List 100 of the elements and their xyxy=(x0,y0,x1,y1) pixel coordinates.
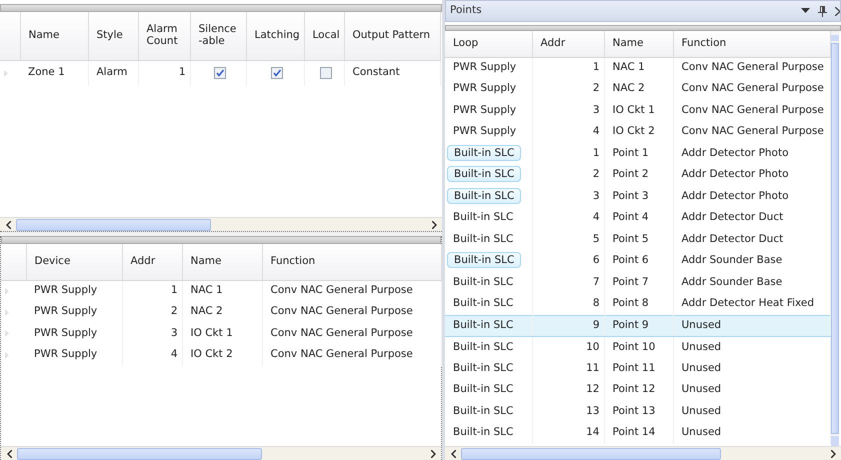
table-cell: Conv NAC General Purpose xyxy=(262,302,441,323)
table-cell: PWR Supply xyxy=(26,280,122,302)
table-cell: Alarm xyxy=(88,60,138,86)
table-cell: Conv NAC General Purpose xyxy=(673,57,830,78)
column-header[interactable]: Name xyxy=(604,31,673,57)
table-cell: Constant xyxy=(344,60,440,86)
table-cell: 10 xyxy=(532,336,604,358)
column-header[interactable]: Addr xyxy=(532,31,604,57)
table-cell: Addr Sounder Base xyxy=(673,250,830,272)
column-header[interactable]: Loop xyxy=(445,31,532,57)
horizontal-scrollbar[interactable] xyxy=(0,217,442,231)
table-cell: Zone 1 xyxy=(20,60,88,86)
table-cell: 7 xyxy=(532,272,604,294)
table-cell: 3 xyxy=(532,186,604,208)
table-cell: 3 xyxy=(532,100,604,122)
table-cell: Conv NAC General Purpose xyxy=(673,122,830,143)
table-cell: Built-in SLC xyxy=(447,166,522,182)
table-cell: PWR Supply xyxy=(453,61,516,74)
table-cell: Built-in SLC xyxy=(453,297,514,310)
table-cell: Point 4 xyxy=(604,208,673,229)
scroll-right-icon[interactable] xyxy=(830,450,836,458)
column-header[interactable]: Output Pattern xyxy=(344,12,440,60)
table-cell: Point 6 xyxy=(604,250,673,272)
table-cell: IO Ckt 2 xyxy=(182,344,262,366)
table-cell: Conv NAC General Purpose xyxy=(262,344,441,366)
table-cell: Built-in SLC xyxy=(453,383,514,396)
table-cell: Built-in SLC xyxy=(453,211,514,224)
column-header[interactable]: Silence -able xyxy=(190,12,246,60)
scroll-left-icon[interactable] xyxy=(6,450,12,458)
table-cell: 9 xyxy=(532,315,604,336)
horizontal-scrollbar[interactable] xyxy=(1,446,441,460)
table-cell: Built-in SLC xyxy=(447,252,522,268)
column-header[interactable]: Function xyxy=(673,31,830,57)
scroll-left-icon[interactable] xyxy=(6,220,10,228)
scroll-left-icon[interactable] xyxy=(450,450,456,458)
table-cell: PWR Supply xyxy=(26,323,122,344)
table-cell: Conv NAC General Purpose xyxy=(262,323,441,344)
table-cell: 1 xyxy=(138,60,190,86)
column-header[interactable]: Name xyxy=(20,12,88,60)
table-cell: PWR Supply xyxy=(453,125,516,138)
table-cell: PWR Supply xyxy=(453,82,516,94)
table-cell: Built-in SLC xyxy=(453,318,514,331)
table-cell: Point 1 xyxy=(604,143,673,164)
column-header[interactable]: Addr xyxy=(122,244,182,280)
scroll-right-icon[interactable] xyxy=(430,450,436,458)
scrollbar-thumb[interactable] xyxy=(17,448,262,460)
checkbox[interactable] xyxy=(214,66,226,78)
table-cell: Unused xyxy=(673,358,830,380)
table-cell: 1 xyxy=(532,143,604,164)
table-cell: Point 10 xyxy=(604,336,673,358)
scrollbar-thumb[interactable] xyxy=(461,448,721,460)
column-header[interactable]: Alarm Count xyxy=(138,12,190,60)
table-cell: PWR Supply xyxy=(453,104,516,116)
column-header[interactable]: Latching xyxy=(246,12,304,60)
table-cell: Addr Detector Photo xyxy=(673,164,830,186)
table-cell: IO Ckt 2 xyxy=(604,122,673,143)
table-cell: Built-in SLC xyxy=(453,276,514,288)
table-cell: 13 xyxy=(532,401,604,422)
table-cell: Conv NAC General Purpose xyxy=(673,78,830,100)
column-header[interactable]: Function xyxy=(262,244,441,280)
table-cell: Point 11 xyxy=(604,358,673,380)
table-cell: 3 xyxy=(122,323,182,344)
table-cell: 4 xyxy=(532,208,604,229)
table-cell: NAC 2 xyxy=(182,302,262,323)
horizontal-scrollbar[interactable] xyxy=(445,446,841,460)
table-cell: Built-in SLC xyxy=(453,340,514,353)
table-cell: Built-in SLC xyxy=(447,188,522,204)
column-header[interactable]: Name xyxy=(182,244,262,280)
table-cell: Conv NAC General Purpose xyxy=(673,100,830,122)
column-header[interactable]: Style xyxy=(88,12,138,60)
table-cell: Unused xyxy=(673,336,830,358)
checkbox[interactable] xyxy=(271,66,283,78)
table-cell: Point 13 xyxy=(604,401,673,422)
table-cell: Addr Detector Photo xyxy=(673,186,830,208)
table-cell: IO Ckt 1 xyxy=(604,100,673,122)
table-cell: PWR Supply xyxy=(26,302,122,323)
dropdown-icon[interactable] xyxy=(801,8,810,14)
checkbox[interactable] xyxy=(320,66,332,78)
table-cell: IO Ckt 1 xyxy=(182,323,262,344)
table-cell: 1 xyxy=(122,280,182,302)
table-cell: 2 xyxy=(532,78,604,100)
table-cell: Point 12 xyxy=(604,380,673,401)
table-cell: 2 xyxy=(532,164,604,186)
table-cell: Conv NAC General Purpose xyxy=(262,280,441,302)
table-cell: Point 14 xyxy=(604,422,673,444)
table-cell: Built-in SLC xyxy=(453,362,514,374)
table-cell: Unused xyxy=(673,401,830,422)
pin-icon[interactable] xyxy=(818,6,827,16)
table-cell: NAC 1 xyxy=(182,280,262,302)
column-header[interactable]: Local xyxy=(304,12,344,60)
table-cell: NAC 2 xyxy=(604,78,673,100)
table-cell: Point 5 xyxy=(604,229,673,250)
table-cell: Unused xyxy=(673,380,830,401)
column-header[interactable]: Device xyxy=(26,244,122,280)
scrollbar-thumb[interactable] xyxy=(16,218,211,230)
table-cell: Point 3 xyxy=(604,186,673,208)
table-cell: Built-in SLC xyxy=(453,232,514,245)
scroll-right-icon[interactable] xyxy=(432,220,436,228)
table-cell: Addr Detector Duct xyxy=(673,208,830,229)
table-cell: PWR Supply xyxy=(26,344,122,366)
